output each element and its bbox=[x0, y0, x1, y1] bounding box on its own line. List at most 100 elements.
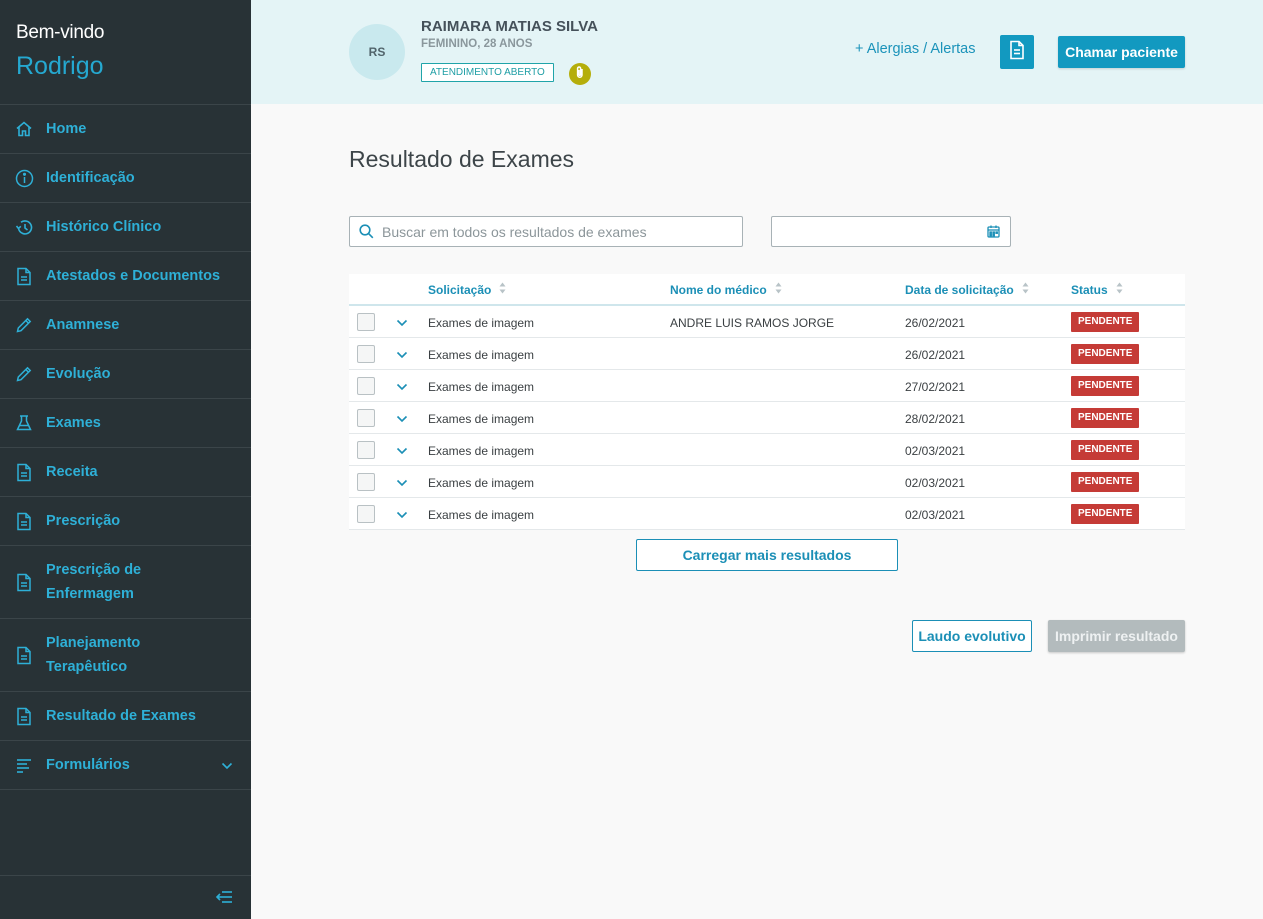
cell-data: 02/03/2021 bbox=[905, 444, 966, 458]
search-icon bbox=[359, 224, 374, 244]
row-checkbox[interactable] bbox=[357, 377, 375, 395]
sidebar-item-label: Anamnese bbox=[46, 317, 120, 333]
exam-results-table: Solicitação Nome do médico Data de solic… bbox=[349, 274, 1185, 530]
history-icon bbox=[14, 217, 34, 237]
row-checkbox[interactable] bbox=[357, 313, 375, 331]
sidebar-footer bbox=[0, 875, 251, 919]
sidebar-item-evolucao[interactable]: Evolução bbox=[0, 350, 251, 399]
paperclip-icon bbox=[575, 65, 585, 84]
table-row: Exames de imagem 02/03/2021 PENDENTE bbox=[349, 466, 1185, 498]
cell-solicitacao: Exames de imagem bbox=[428, 348, 535, 362]
flask-icon bbox=[14, 413, 34, 433]
expand-row-chevron-icon[interactable] bbox=[396, 474, 408, 492]
cell-solicitacao: Exames de imagem bbox=[428, 412, 535, 426]
cell-solicitacao: Exames de imagem bbox=[428, 476, 535, 490]
date-filter-field[interactable] bbox=[771, 216, 1011, 247]
row-checkbox[interactable] bbox=[357, 505, 375, 523]
column-header-label: Data de solicitação bbox=[905, 282, 1014, 297]
pencil-icon bbox=[14, 364, 34, 384]
sidebar-item-prescricao-enfermagem[interactable]: Prescrição de Enfermagem bbox=[0, 546, 251, 619]
call-patient-button[interactable]: Chamar paciente bbox=[1058, 36, 1185, 68]
row-checkbox[interactable] bbox=[357, 409, 375, 427]
sidebar-item-prescricao[interactable]: Prescrição bbox=[0, 497, 251, 546]
document-icon bbox=[14, 511, 34, 531]
sidebar-item-historico[interactable]: Histórico Clínico bbox=[0, 203, 251, 252]
sort-icon bbox=[775, 282, 782, 297]
sidebar-item-label: Receita bbox=[46, 464, 98, 480]
sidebar-item-label: Atestados e Documentos bbox=[46, 268, 221, 284]
sort-icon bbox=[1116, 282, 1123, 297]
expand-row-chevron-icon[interactable] bbox=[396, 410, 408, 428]
table-row: Exames de imagem 28/02/2021 PENDENTE bbox=[349, 402, 1185, 434]
expand-row-chevron-icon[interactable] bbox=[396, 346, 408, 364]
sidebar-item-formularios[interactable]: Formulários bbox=[0, 741, 251, 790]
sidebar-item-label: Formulários bbox=[46, 757, 130, 773]
sidebar-item-label: Prescrição de Enfermagem bbox=[46, 558, 141, 606]
cell-data: 28/02/2021 bbox=[905, 412, 966, 426]
cell-data: 26/02/2021 bbox=[905, 316, 966, 330]
sidebar-item-resultado-exames[interactable]: Resultado de Exames bbox=[0, 692, 251, 741]
column-header-status[interactable]: Status bbox=[1071, 282, 1123, 297]
print-result-button[interactable]: Imprimir resultado bbox=[1048, 620, 1185, 652]
expand-row-chevron-icon[interactable] bbox=[396, 442, 408, 460]
expand-row-chevron-icon[interactable] bbox=[396, 314, 408, 332]
sidebar-item-label: Home bbox=[46, 121, 87, 137]
column-header-label: Nome do médico bbox=[670, 282, 767, 297]
avatar: RS bbox=[349, 24, 405, 80]
list-icon bbox=[14, 755, 34, 775]
sidebar-item-planejamento[interactable]: Planejamento Terapêutico bbox=[0, 619, 251, 692]
row-checkbox[interactable] bbox=[357, 345, 375, 363]
cell-solicitacao: Exames de imagem bbox=[428, 508, 535, 522]
sidebar-item-home[interactable]: Home bbox=[0, 105, 251, 154]
search-input[interactable] bbox=[382, 217, 732, 246]
patient-name: RAIMARA MATIAS SILVA bbox=[421, 18, 598, 35]
calendar-icon[interactable] bbox=[987, 225, 1000, 243]
load-more-button[interactable]: Carregar mais resultados bbox=[636, 539, 898, 571]
table-row: Exames de imagem 02/03/2021 PENDENTE bbox=[349, 434, 1185, 466]
laudo-evolutivo-button[interactable]: Laudo evolutivo bbox=[912, 620, 1032, 652]
table-row: Exames de imagem ANDRE LUIS RAMOS JORGE … bbox=[349, 306, 1185, 338]
sidebar-item-receita[interactable]: Receita bbox=[0, 448, 251, 497]
sidebar-item-label-line: Planejamento bbox=[46, 635, 141, 651]
status-badge: ATENDIMENTO ABERTO bbox=[421, 63, 554, 82]
cell-data: 02/03/2021 bbox=[905, 476, 966, 490]
table-row: Exames de imagem 02/03/2021 PENDENTE bbox=[349, 498, 1185, 530]
document-icon bbox=[1009, 40, 1025, 65]
sidebar-item-label: Prescrição bbox=[46, 513, 121, 529]
attachment-button[interactable] bbox=[569, 63, 591, 85]
collapse-sidebar-icon[interactable] bbox=[215, 889, 233, 910]
info-icon bbox=[14, 168, 34, 188]
expand-row-chevron-icon[interactable] bbox=[396, 378, 408, 396]
column-header-medico[interactable]: Nome do médico bbox=[670, 282, 782, 297]
status-badge: PENDENTE bbox=[1071, 312, 1140, 332]
cell-solicitacao: Exames de imagem bbox=[428, 380, 535, 394]
sidebar-item-identificacao[interactable]: Identificação bbox=[0, 154, 251, 203]
sidebar-item-atestados[interactable]: Atestados e Documentos bbox=[0, 252, 251, 301]
cell-data: 27/02/2021 bbox=[905, 380, 966, 394]
sidebar: Bem-vindo Rodrigo Home Identificação His… bbox=[0, 0, 251, 919]
row-checkbox[interactable] bbox=[357, 441, 375, 459]
sidebar-nav: Home Identificação Histórico Clínico Ate… bbox=[0, 104, 251, 790]
column-header-label: Solicitação bbox=[428, 282, 492, 297]
patient-info: FEMININO, 28 ANOS bbox=[421, 38, 533, 50]
cell-data: 26/02/2021 bbox=[905, 348, 966, 362]
expand-row-chevron-icon[interactable] bbox=[396, 506, 408, 524]
column-header-solicitacao[interactable]: Solicitação bbox=[428, 282, 506, 297]
documents-button[interactable] bbox=[1000, 35, 1034, 69]
document-icon bbox=[14, 572, 34, 592]
allergies-alerts-link[interactable]: + Alergias / Alertas bbox=[855, 41, 976, 57]
sidebar-item-label: Evolução bbox=[46, 366, 111, 382]
sidebar-item-label: Resultado de Exames bbox=[46, 708, 196, 724]
patient-header: RS RAIMARA MATIAS SILVA FEMININO, 28 ANO… bbox=[251, 0, 1263, 104]
status-badge: PENDENTE bbox=[1071, 440, 1140, 460]
status-badge: PENDENTE bbox=[1071, 376, 1140, 396]
row-checkbox[interactable] bbox=[357, 473, 375, 491]
sidebar-item-anamnese[interactable]: Anamnese bbox=[0, 301, 251, 350]
column-header-data[interactable]: Data de solicitação bbox=[905, 282, 1029, 297]
sidebar-item-label: Histórico Clínico bbox=[46, 219, 162, 235]
sort-icon bbox=[499, 282, 506, 297]
table-row: Exames de imagem 27/02/2021 PENDENTE bbox=[349, 370, 1185, 402]
sidebar-item-exames[interactable]: Exames bbox=[0, 399, 251, 448]
sidebar-item-label: Exames bbox=[46, 415, 101, 431]
column-header-label: Status bbox=[1071, 282, 1108, 297]
